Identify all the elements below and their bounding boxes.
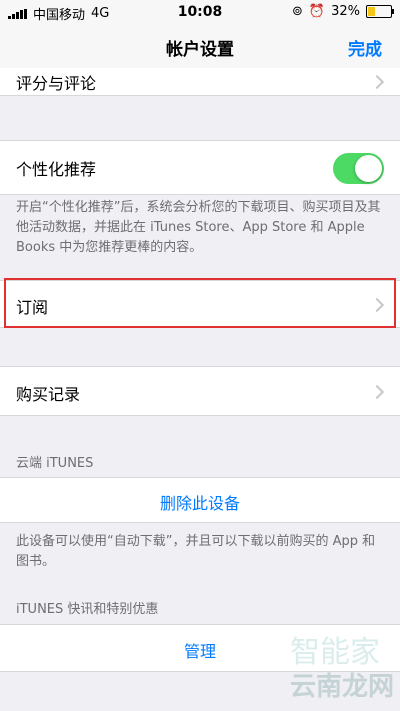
row-personalized: 个性化推荐 <box>0 140 400 195</box>
chevron-right-icon <box>369 297 385 313</box>
row-ratings[interactable]: 评分与评论 <box>0 68 400 96</box>
personalized-note: 开启“个性化推荐”后，系统会分析您的下载项目、购买项目及其他活动数据，并据此在 … <box>16 200 381 255</box>
row-delete-device[interactable]: 删除此设备 <box>0 477 400 523</box>
battery-percent: 32% <box>331 4 360 19</box>
done-button[interactable]: 完成 <box>348 35 382 60</box>
newsletter-header: iTUNES 快讯和特别优惠 <box>16 602 159 617</box>
battery-icon <box>366 5 394 18</box>
row-personalized-label: 个性化推荐 <box>16 160 97 179</box>
alarm-icon: ⏰ <box>308 4 326 19</box>
row-purchase-history-label: 购买记录 <box>16 385 81 404</box>
watermark-top: 智能家 <box>290 635 380 670</box>
icloud-header: 云端 iTUNES <box>16 456 94 471</box>
chevron-right-icon <box>369 384 385 400</box>
row-subscriptions[interactable]: 订阅 <box>0 280 400 328</box>
watermark-bottom: 云南龙网 <box>289 672 394 702</box>
lock-rotation-icon: ⊚ <box>292 4 303 19</box>
status-bar: 中国移动 4G 10:08 ⊚ ⏰ 32% <box>0 0 400 24</box>
page-title: 帐户设置 <box>166 40 234 60</box>
row-purchase-history[interactable]: 购买记录 <box>0 366 400 416</box>
nav-bar: 帐户设置 完成 <box>0 24 400 69</box>
row-ratings-label: 评分与评论 <box>16 74 97 93</box>
chevron-right-icon <box>369 74 385 90</box>
row-subscriptions-label: 订阅 <box>16 298 49 317</box>
toggle-knob <box>355 155 382 182</box>
delete-device-button[interactable]: 删除此设备 <box>0 490 400 514</box>
icloud-note: 此设备可以使用“自动下载”，并且可以下载以前购买的 App 和图书。 <box>16 534 376 569</box>
personalized-toggle[interactable] <box>333 153 384 184</box>
